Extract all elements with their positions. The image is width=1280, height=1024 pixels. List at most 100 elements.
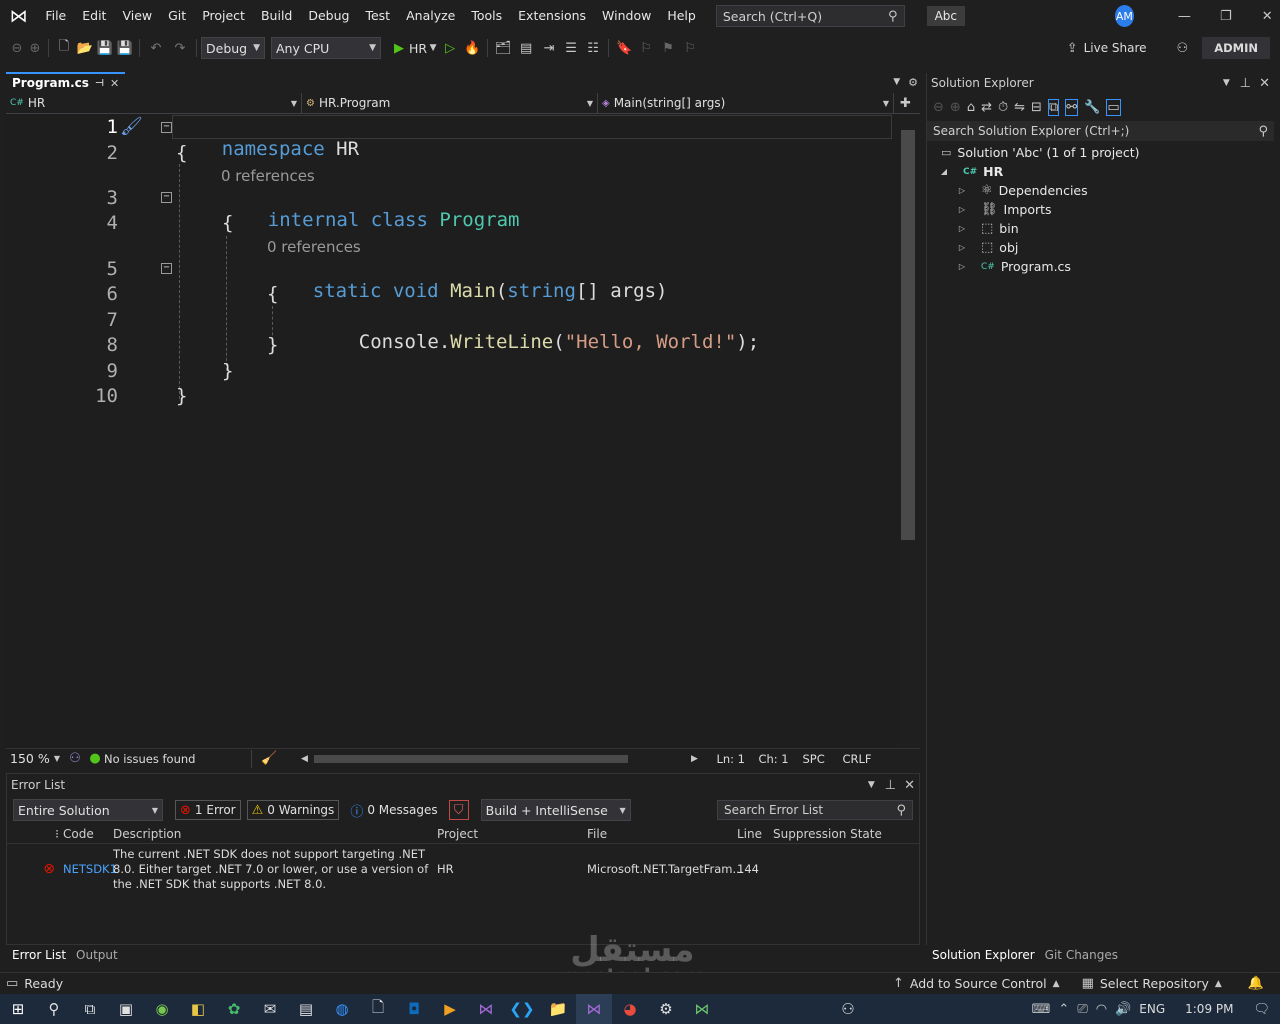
column-description[interactable]: Description: [113, 827, 437, 841]
tree-program-cs[interactable]: ▷ C# Program.cs: [957, 259, 1071, 274]
column-code[interactable]: Code: [63, 827, 113, 841]
errors-filter-button[interactable]: ⊗ 1 Error: [175, 800, 241, 820]
switch-views-icon[interactable]: ⇄: [981, 100, 992, 115]
column-project[interactable]: Project: [437, 827, 587, 841]
notification-center-icon[interactable]: 🗨: [1253, 1002, 1270, 1017]
prev-bookmark-icon[interactable]: ⚐: [635, 41, 657, 56]
back-icon[interactable]: ⊖: [933, 100, 944, 115]
notepad-icon[interactable]: ▤: [288, 994, 324, 1024]
scroll-right-icon[interactable]: ▶: [684, 754, 704, 764]
visual-studio-icon[interactable]: ⋈: [468, 994, 504, 1024]
forward-icon[interactable]: ⊕: [26, 41, 44, 56]
pin-icon[interactable]: ⊣: [95, 78, 104, 89]
column-indicator[interactable]: Ch: 1: [758, 752, 802, 766]
hot-reload-icon[interactable]: 🔥: [461, 41, 483, 56]
table-row[interactable]: ⊗ NETSDK1 The current .NET SDK does not …: [7, 844, 919, 894]
restore-icon[interactable]: ❐: [1213, 9, 1238, 24]
app-icon[interactable]: ⋈: [684, 994, 720, 1024]
scrollbar-thumb[interactable]: [901, 130, 915, 540]
visual-studio-active-icon[interactable]: ⋈: [576, 994, 612, 1024]
tab-program-cs[interactable]: Program.cs ⊣ ✕: [6, 72, 126, 92]
codelens-references[interactable]: 0 references: [267, 238, 361, 256]
quick-actions-brush-icon[interactable]: 🖌: [120, 116, 143, 137]
scope-select[interactable]: Entire Solution ▼: [13, 799, 163, 821]
codelens-references[interactable]: 0 references: [221, 167, 315, 185]
mail-icon[interactable]: ✉: [252, 994, 288, 1024]
code-editor[interactable]: 1 🖌 2 3 4 5 6 7 8 9 10 − − − namespace H…: [6, 114, 900, 748]
collapse-icon[interactable]: −: [161, 122, 172, 133]
error-code[interactable]: NETSDK1: [63, 862, 117, 876]
network-icon[interactable]: ⎚: [1077, 1002, 1087, 1017]
menu-item-project[interactable]: Project: [194, 0, 253, 32]
scroll-left-icon[interactable]: ◀: [294, 754, 314, 764]
home-icon[interactable]: ⌂: [967, 100, 975, 115]
tab-error-list[interactable]: Error List: [12, 948, 66, 962]
live-share-button[interactable]: ⇪ Live Share: [1067, 41, 1147, 56]
chevron-up-icon[interactable]: ⌃: [1058, 1002, 1069, 1017]
tree-dependencies[interactable]: ▷ ⚛ Dependencies: [957, 183, 1088, 198]
pending-changes-icon[interactable]: ⏱: [998, 100, 1008, 115]
settings-icon[interactable]: ⚙: [648, 994, 684, 1024]
task-view-icon[interactable]: ⧉: [72, 994, 108, 1024]
bookmark-icon[interactable]: 🔖: [613, 41, 635, 56]
undo-icon[interactable]: ↶: [144, 41, 168, 56]
column-file[interactable]: File: [587, 827, 737, 841]
chrome-icon[interactable]: ◕: [612, 994, 648, 1024]
class-dropdown[interactable]: ⚙ HR.Program ▼: [302, 93, 598, 113]
close-icon[interactable]: ✕: [1255, 9, 1280, 24]
wifi-icon[interactable]: ◠: [1096, 1002, 1107, 1017]
people-icon[interactable]: ⚇: [830, 994, 866, 1024]
step-icon[interactable]: ⇥: [538, 41, 560, 56]
forward-icon[interactable]: ⊕: [950, 100, 961, 115]
menu-item-debug[interactable]: Debug: [300, 0, 357, 32]
menu-item-help[interactable]: Help: [659, 0, 704, 32]
app-icon[interactable]: ◍: [324, 994, 360, 1024]
project-dropdown[interactable]: C# HR ▼: [6, 93, 302, 113]
sync-icon[interactable]: ⇋: [1014, 100, 1025, 115]
volume-icon[interactable]: 🔊: [1115, 1002, 1131, 1017]
app-icon[interactable]: ◉: [144, 994, 180, 1024]
save-all-icon[interactable]: 💾: [115, 41, 135, 56]
start-debugging-icon[interactable]: ▶: [389, 41, 409, 56]
open-icon[interactable]: 📂: [75, 41, 95, 56]
vscode-icon[interactable]: ❮❯: [504, 994, 540, 1024]
menu-item-file[interactable]: File: [37, 0, 74, 32]
start-without-debugging-icon[interactable]: ▷: [439, 41, 461, 56]
properties-icon[interactable]: 🔧: [1084, 100, 1100, 115]
error-list-search[interactable]: Search Error List ⚲: [717, 800, 913, 820]
menu-item-tools[interactable]: Tools: [463, 0, 510, 32]
tree-solution[interactable]: ▭ Solution 'Abc' (1 of 1 project): [941, 145, 1140, 160]
issues-status[interactable]: No issues found: [104, 752, 195, 766]
save-icon[interactable]: 💾: [95, 41, 115, 56]
select-repository-button[interactable]: ▦ Select Repository ▲: [1082, 976, 1222, 991]
code-cleanup-icon[interactable]: 🧹: [256, 751, 282, 766]
menu-item-build[interactable]: Build: [253, 0, 300, 32]
menu-item-extensions[interactable]: Extensions: [510, 0, 594, 32]
clock[interactable]: 1:09 PM: [1185, 1002, 1233, 1016]
show-all-files-icon[interactable]: ⧉: [1047, 98, 1060, 116]
windows-start-icon[interactable]: ⊞: [0, 994, 36, 1024]
settings-icon[interactable]: ⚙: [908, 76, 918, 89]
feedback-icon[interactable]: ⚇: [1177, 41, 1189, 56]
file-icon[interactable]: 🗋: [360, 994, 396, 1024]
menu-item-test[interactable]: Test: [357, 0, 398, 32]
copilot-icon[interactable]: ⚇: [64, 751, 86, 766]
avatar[interactable]: AM: [1115, 5, 1134, 27]
zoom-select[interactable]: 150 % ▼: [6, 750, 64, 768]
tree-bin[interactable]: ▷ ⬚ bin: [957, 221, 1019, 236]
search-input[interactable]: Search (Ctrl+Q) ⚲: [715, 5, 905, 27]
tree-obj[interactable]: ▷ ⬚ obj: [957, 240, 1018, 255]
collapse-icon[interactable]: −: [161, 263, 172, 274]
tab-output[interactable]: Output: [76, 948, 118, 962]
notifications-icon[interactable]: 🔔: [1248, 976, 1264, 991]
preview-selected-icon[interactable]: ▭: [1106, 98, 1121, 116]
file-explorer-icon[interactable]: 📁: [540, 994, 576, 1024]
pin-icon[interactable]: ⊥: [885, 778, 896, 793]
add-to-source-control-button[interactable]: ↑ Add to Source Control ▲: [893, 976, 1060, 991]
menu-item-window[interactable]: Window: [594, 0, 659, 32]
column-line[interactable]: Line: [737, 827, 773, 841]
media-icon[interactable]: ▶: [432, 994, 468, 1024]
chevron-down-icon[interactable]: ▼: [427, 43, 439, 53]
horizontal-scrollbar-thumb[interactable]: [314, 754, 629, 763]
configuration-select[interactable]: Debug ▼: [201, 37, 265, 59]
